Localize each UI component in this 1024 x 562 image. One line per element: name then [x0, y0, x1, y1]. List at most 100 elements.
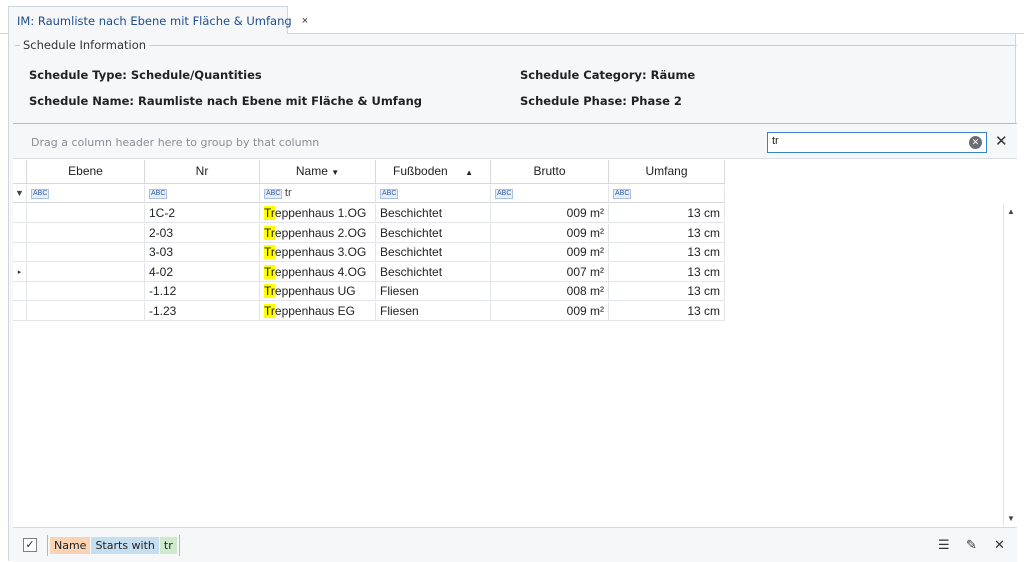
header-label: Ebene: [68, 164, 103, 178]
filter-cell-fussboden[interactable]: ABC: [376, 185, 491, 203]
cell-ebene[interactable]: [27, 223, 145, 243]
cell-nr[interactable]: 4-02: [145, 262, 260, 282]
filter-cell-name[interactable]: ABC tr: [260, 185, 376, 203]
header-indicator: [13, 160, 27, 184]
cell-brutto[interactable]: 008 m²: [491, 282, 609, 301]
tab-close-icon[interactable]: ×: [302, 15, 308, 27]
cell-fussboden[interactable]: Fliesen: [376, 301, 491, 321]
tab-schedule[interactable]: IM: Raumliste nach Ebene mit Fläche & Um…: [8, 6, 308, 35]
filter-cell-nr[interactable]: ABC: [145, 185, 260, 203]
filter-enabled-checkbox[interactable]: ✓: [23, 538, 37, 552]
text-filter-icon: ABC: [149, 188, 168, 199]
cell-ebene[interactable]: [27, 204, 145, 223]
column-header-name[interactable]: Name ▼: [260, 160, 376, 184]
sort-ascending-icon: ▲: [465, 168, 473, 177]
close-search-icon[interactable]: ✕: [995, 132, 1008, 150]
cell-name[interactable]: Treppenhaus 2.OG: [260, 223, 376, 243]
cell-nr[interactable]: 3-03: [145, 243, 260, 262]
vertical-scrollbar[interactable]: ▲ ▼: [1003, 204, 1017, 526]
cell-fussboden[interactable]: Fliesen: [376, 282, 491, 301]
row-indicator[interactable]: ▸: [13, 262, 27, 282]
cell-ebene[interactable]: [27, 243, 145, 262]
row-indicator[interactable]: [13, 301, 27, 321]
cell-text: eppenhaus UG: [274, 284, 356, 298]
table-row[interactable]: ▸ 4-02 Treppenhaus 4.OG Beschichtet 007 m² 13…: [13, 262, 1003, 282]
cell-text: eppenhaus 1.OG: [274, 206, 367, 220]
header-label: Umfang: [645, 164, 688, 178]
search-clear-icon[interactable]: ✕: [969, 136, 982, 149]
cell-umfang[interactable]: 13 cm: [609, 223, 725, 243]
edit-filter-icon[interactable]: ✎: [966, 537, 977, 553]
cell-umfang[interactable]: 13 cm: [609, 204, 725, 223]
cell-fussboden[interactable]: Beschichtet: [376, 243, 491, 262]
filter-operand[interactable]: tr: [159, 537, 177, 554]
cell-umfang[interactable]: 13 cm: [609, 282, 725, 301]
row-indicator[interactable]: [13, 243, 27, 262]
cell-nr[interactable]: -1.12: [145, 282, 260, 301]
cell-name[interactable]: Treppenhaus 1.OG: [260, 204, 376, 223]
cell-name[interactable]: Treppenhaus 4.OG: [260, 262, 376, 282]
clear-filter-icon[interactable]: ✕: [994, 537, 1005, 553]
cell-ebene[interactable]: [27, 262, 145, 282]
cell-name[interactable]: Treppenhaus 3.OG: [260, 243, 376, 262]
column-header-fussboden[interactable]: Fußboden ▲: [376, 160, 491, 184]
schedule-panel: Schedule Information Schedule Type: Sche…: [8, 34, 1017, 562]
schedule-name: Schedule Name: Raumliste nach Ebene mit …: [29, 94, 422, 108]
cell-umfang[interactable]: 13 cm: [609, 301, 725, 321]
table-row[interactable]: -1.12 Treppenhaus UG Fliesen 008 m² 13 cm: [13, 282, 1003, 301]
cell-brutto[interactable]: 009 m²: [491, 204, 609, 223]
cell-ebene[interactable]: [27, 301, 145, 321]
schedule-grid: Drag a column header here to group by th…: [13, 123, 1017, 562]
cell-brutto[interactable]: 009 m²: [491, 223, 609, 243]
filter-cell-ebene[interactable]: ABC: [27, 185, 145, 203]
cell-ebene[interactable]: [27, 282, 145, 301]
column-header-nr[interactable]: Nr: [145, 160, 260, 184]
cell-fussboden[interactable]: Beschichtet: [376, 204, 491, 223]
search-input[interactable]: tr ✕: [767, 132, 987, 153]
cell-umfang[interactable]: 13 cm: [609, 262, 725, 282]
filter-cell-umfang[interactable]: ABC: [609, 185, 725, 203]
cell-brutto[interactable]: 009 m²: [491, 243, 609, 262]
text-filter-icon: ABC: [380, 188, 399, 199]
text-filter-icon: ABC: [264, 188, 283, 199]
header-label: Nr: [195, 164, 209, 178]
scroll-down-icon[interactable]: ▼: [1007, 514, 1015, 523]
cell-name[interactable]: Treppenhaus EG: [260, 301, 376, 321]
cell-text: eppenhaus EG: [274, 303, 355, 318]
schedule-information-group: Schedule Information Schedule Type: Sche…: [15, 38, 1017, 125]
cell-nr[interactable]: 1C-2: [145, 204, 260, 223]
column-header-brutto[interactable]: Brutto: [491, 160, 609, 184]
filter-field[interactable]: Name: [50, 537, 91, 554]
filter-row-icon: ▼: [13, 185, 27, 203]
table-row[interactable]: 1C-2 Treppenhaus 1.OG Beschichtet 009 m² 13 …: [13, 204, 1003, 223]
table-row[interactable]: 3-03 Treppenhaus 3.OG Beschichtet 009 m² 13 …: [13, 243, 1003, 262]
cell-nr[interactable]: -1.23: [145, 301, 260, 321]
text-filter-icon: ABC: [31, 188, 50, 199]
schedule-category: Schedule Category: Räume: [520, 68, 696, 82]
tab-strip: IM: Raumliste nach Ebene mit Fläche & Um…: [0, 0, 1024, 35]
cell-brutto[interactable]: 007 m²: [491, 262, 609, 282]
cell-name[interactable]: Treppenhaus UG: [260, 282, 376, 301]
column-header-umfang[interactable]: Umfang: [609, 160, 725, 184]
filter-cell-brutto[interactable]: ABC: [491, 185, 609, 203]
cell-text: eppenhaus 4.OG: [274, 264, 367, 279]
cell-fussboden[interactable]: Beschichtet: [376, 262, 491, 282]
schedule-phase: Schedule Phase: Phase 2: [520, 94, 682, 108]
row-indicator[interactable]: [13, 204, 27, 223]
cell-nr[interactable]: 2-03: [145, 223, 260, 243]
column-header-ebene[interactable]: Ebene: [27, 160, 145, 184]
schedule-type: Schedule Type: Schedule/Quantities: [29, 68, 262, 82]
row-indicator[interactable]: [13, 282, 27, 301]
filter-expression[interactable]: Name Starts with tr: [47, 535, 180, 556]
table-row[interactable]: -1.23 Treppenhaus EG Fliesen 009 m² 13 cm: [13, 301, 1003, 321]
cell-umfang[interactable]: 13 cm: [609, 243, 725, 262]
customize-filter-icon[interactable]: ☰: [938, 537, 950, 553]
cell-brutto[interactable]: 009 m²: [491, 301, 609, 321]
group-panel[interactable]: Drag a column header here to group by th…: [13, 124, 1017, 159]
search-match-highlight: Tr: [264, 245, 275, 259]
cell-fussboden[interactable]: Beschichtet: [376, 223, 491, 243]
row-indicator[interactable]: [13, 223, 27, 243]
scroll-up-icon[interactable]: ▲: [1007, 207, 1015, 216]
table-row[interactable]: 2-03 Treppenhaus 2.OG Beschichtet 009 m² 13 …: [13, 223, 1003, 243]
filter-operator[interactable]: Starts with: [91, 537, 159, 554]
